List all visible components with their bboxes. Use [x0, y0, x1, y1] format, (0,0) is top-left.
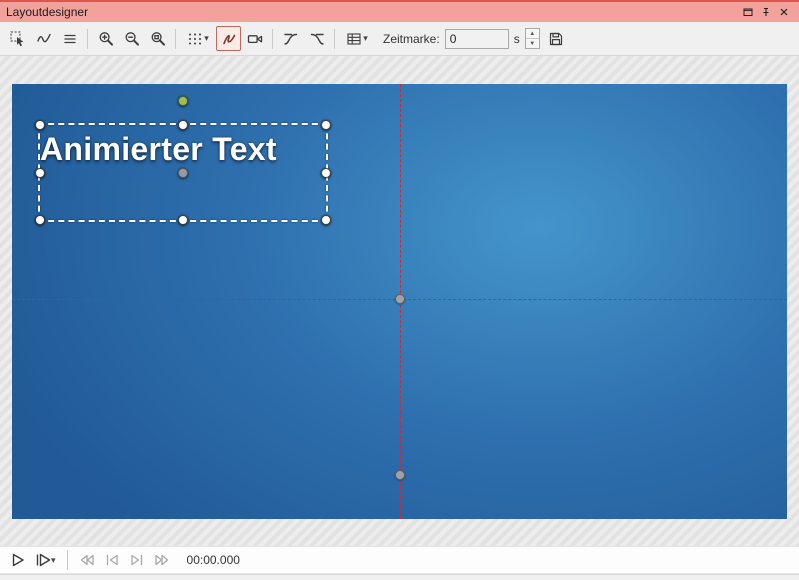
path-point-center[interactable]: [395, 294, 405, 304]
resize-handle-top-right[interactable]: [321, 120, 331, 130]
toolbar-separator: [272, 29, 273, 49]
skip-to-end-button[interactable]: [127, 549, 147, 571]
resize-handle-bottom-middle[interactable]: [178, 215, 188, 225]
save-icon: [548, 31, 564, 47]
skip-to-start-button[interactable]: [102, 549, 122, 571]
align-lines-icon: [62, 31, 78, 47]
skip-back-button[interactable]: [77, 549, 97, 571]
transport-separator: [67, 550, 68, 570]
zoom-in-icon: [98, 31, 114, 47]
zoom-fit-icon: [150, 31, 166, 47]
text-object-selection[interactable]: Animierter Text: [38, 123, 328, 222]
select-tool-button[interactable]: [5, 26, 30, 51]
resize-handle-bottom-left[interactable]: [35, 215, 45, 225]
chevron-down-icon: ▾: [204, 34, 209, 43]
skip-to-start-icon: [104, 552, 120, 568]
camera-icon: [247, 31, 263, 47]
play-button[interactable]: [8, 549, 28, 571]
play-icon: [10, 552, 26, 568]
maximize-button[interactable]: [739, 4, 757, 20]
resize-handle-top-left[interactable]: [35, 120, 45, 130]
playback-bar: ▾ 00:00.000: [0, 546, 799, 574]
resize-handle-middle-right[interactable]: [321, 168, 331, 178]
zeitmarke-unit: s: [514, 32, 520, 46]
pin-icon: [761, 7, 771, 17]
curve-ease-in-icon: [283, 31, 299, 47]
rotation-handle[interactable]: [178, 96, 188, 106]
zoom-out-button[interactable]: [119, 26, 144, 51]
skip-forward-icon: [154, 552, 170, 568]
ease-in-button[interactable]: [278, 26, 303, 51]
resize-handle-top-middle[interactable]: [178, 120, 188, 130]
play-from-timemark-icon: [35, 552, 51, 568]
align-lines-button[interactable]: [57, 26, 82, 51]
path-point-lower[interactable]: [395, 470, 405, 480]
motion-path-icon: [221, 31, 237, 47]
keyframe-table-icon: [346, 31, 362, 47]
chevron-down-icon: ▾: [51, 556, 56, 565]
select-tool-icon: [10, 31, 26, 47]
grid-button[interactable]: ▾: [181, 26, 215, 51]
toolbar: ▾ ▾ Zeitma: [0, 22, 799, 56]
panel-title: Layoutdesigner: [6, 5, 88, 19]
close-icon: [779, 7, 789, 17]
zeitmarke-label: Zeitmarke:: [383, 32, 440, 46]
zoom-fit-button[interactable]: [145, 26, 170, 51]
layoutdesigner-window: Layoutdesigner: [0, 0, 799, 580]
panel-titlebar: Layoutdesigner: [0, 0, 799, 22]
smooth-path-icon: [36, 31, 52, 47]
ease-out-button[interactable]: [304, 26, 329, 51]
zoom-out-icon: [124, 31, 140, 47]
zeitmarke-input[interactable]: [445, 29, 509, 49]
keyframes-button[interactable]: ▾: [340, 26, 374, 51]
object-center-handle[interactable]: [178, 168, 188, 178]
toolbar-separator: [175, 29, 176, 49]
status-bar: [0, 574, 799, 580]
layout-canvas[interactable]: Animierter Text: [12, 84, 787, 519]
motion-path-button[interactable]: [216, 26, 241, 51]
skip-forward-button[interactable]: [152, 549, 172, 571]
chevron-down-icon: ▾: [363, 34, 368, 43]
play-from-timemark-button[interactable]: ▾: [33, 549, 58, 571]
time-display: 00:00.000: [187, 553, 240, 567]
maximize-icon: [743, 7, 753, 17]
grid-icon: [187, 31, 203, 47]
curve-ease-out-icon: [309, 31, 325, 47]
save-timemark-button[interactable]: [544, 26, 569, 51]
toolbar-separator: [334, 29, 335, 49]
toolbar-separator: [87, 29, 88, 49]
spinner-down-icon[interactable]: ▼: [526, 39, 539, 48]
skip-back-icon: [79, 552, 95, 568]
skip-to-end-icon: [129, 552, 145, 568]
resize-handle-middle-left[interactable]: [35, 168, 45, 178]
zoom-in-button[interactable]: [93, 26, 118, 51]
close-button[interactable]: [775, 4, 793, 20]
smooth-path-button[interactable]: [31, 26, 56, 51]
camera-pan-button[interactable]: [242, 26, 267, 51]
spinner-up-icon[interactable]: ▲: [526, 29, 539, 39]
selected-text[interactable]: Animierter Text: [40, 131, 277, 168]
zeitmarke-spinner[interactable]: ▲ ▼: [525, 28, 540, 49]
resize-handle-bottom-right[interactable]: [321, 215, 331, 225]
pin-button[interactable]: [757, 4, 775, 20]
